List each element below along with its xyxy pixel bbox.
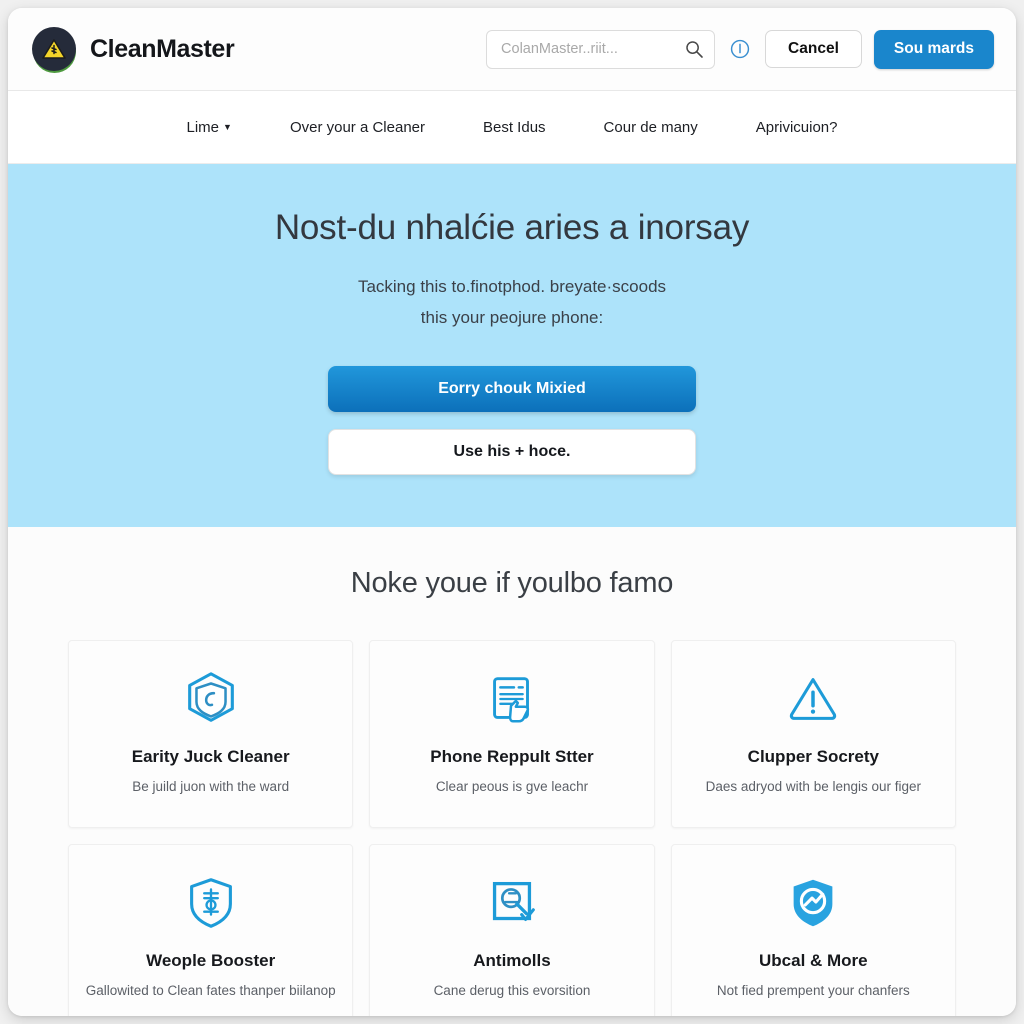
nav-item-over-your-a-cleaner[interactable]: Over your a Cleaner [290,119,425,136]
feature-card-desc: Gallowited to Clean fates thanper biilan… [85,982,336,998]
nav-item-label: Lime [186,118,220,136]
nav-item-aprivicuion[interactable]: Aprivicuion? [756,119,838,136]
logo-triangle-glyph [42,38,66,59]
feature-card-phone-report[interactable]: Phone Reppult Stter Clear peous is gve l… [369,639,655,828]
brand[interactable]: CleanMaster [32,26,235,73]
warning-triangle-logo-icon [32,26,77,73]
shield-boost-icon [180,867,242,939]
hero-secondary-button[interactable]: Use his + hoce. [328,428,696,475]
feature-card-title: Antimolls [473,950,551,970]
nav-item-lime[interactable]: Lime ▼ [187,119,232,136]
submit-button[interactable]: Sou mards [873,29,994,69]
header-actions: ColanMaster..riit... Cancel Sou mards [486,29,994,69]
document-hand-icon [481,663,543,735]
features-grid: Earity Juck Cleaner Be juild juon with t… [68,639,956,1016]
hero-title: Nost-du nhalćie aries a inorsay [274,208,750,247]
features-section: Noke youe if youlbo famo Earity Juck Cle… [8,526,1016,1016]
feature-card-desc: Cane derug this evorsition [433,982,591,998]
scan-magnifier-icon [481,867,543,939]
feature-card-title: Ubcal & More [759,950,868,970]
feature-card-antimolls[interactable]: Antimolls Cane derug this evorsition [369,843,655,1016]
hero-buttons: Eorry chouk Mixied Use his + hoce. [28,365,996,475]
hero-subtitle-line-1: Tacking this to.finotphod. breyate·scood… [357,277,667,296]
info-circle-icon[interactable] [729,38,751,60]
main-nav: Lime ▼ Over your a Cleaner Best Idus Cou… [8,91,1016,164]
search-placeholder: ColanMaster..riit... [501,41,618,57]
feature-card-ubcal-more[interactable]: Ubcal & More Not fied prempent your chan… [670,843,956,1016]
feature-card-title: Phone Reppult Stter [430,746,594,766]
search-input[interactable]: ColanMaster..riit... [486,29,716,69]
hero-subtitle-line-2: this your peojure phone: [420,307,604,327]
feature-card-title: Earity Juck Cleaner [131,746,290,766]
features-heading: Noke youe if youlbo famo [350,566,674,599]
feature-card-desc: Clear peous is gve leachr [435,778,589,794]
nav-item-cour-de-many[interactable]: Cour de many [604,119,698,136]
feature-card-junk-cleaner[interactable]: Earity Juck Cleaner Be juild juon with t… [68,639,354,828]
feature-card-title: Weople Booster [146,950,276,970]
chevron-down-icon: ▼ [223,122,232,132]
hero-section: Nost-du nhalćie aries a inorsay Tacking… [8,164,1016,527]
hero-subtitle: Tacking this to.finotphod. breyate·scood… [252,272,772,334]
brand-name: CleanMaster [90,34,235,63]
nav-item-best-idus[interactable]: Best Idus [483,119,546,136]
feature-card-weople-booster[interactable]: Weople Booster Gallowited to Clean fates… [68,843,354,1016]
feature-card-desc: Not fied prempent your chanfers [716,982,910,998]
feature-card-clupper-socrety[interactable]: Clupper Socrety Daes adryod with be leng… [670,639,956,828]
hero-primary-button[interactable]: Eorry chouk Mixied [328,365,696,412]
feature-card-desc: Be juild juon with the ward [132,778,290,794]
feature-card-title: Clupper Socrety [747,746,879,766]
app-window: CleanMaster ColanMaster..riit... Cancel … [8,8,1016,1016]
cancel-button[interactable]: Cancel [765,30,862,68]
shield-check-filled-icon [782,867,844,939]
app-header: CleanMaster ColanMaster..riit... Cancel … [8,8,1016,91]
search-icon[interactable] [684,39,704,59]
shield-hexagon-check-icon [180,663,242,735]
warning-triangle-icon [782,663,844,735]
feature-card-desc: Daes adryod with be lengis our figer [705,778,922,794]
